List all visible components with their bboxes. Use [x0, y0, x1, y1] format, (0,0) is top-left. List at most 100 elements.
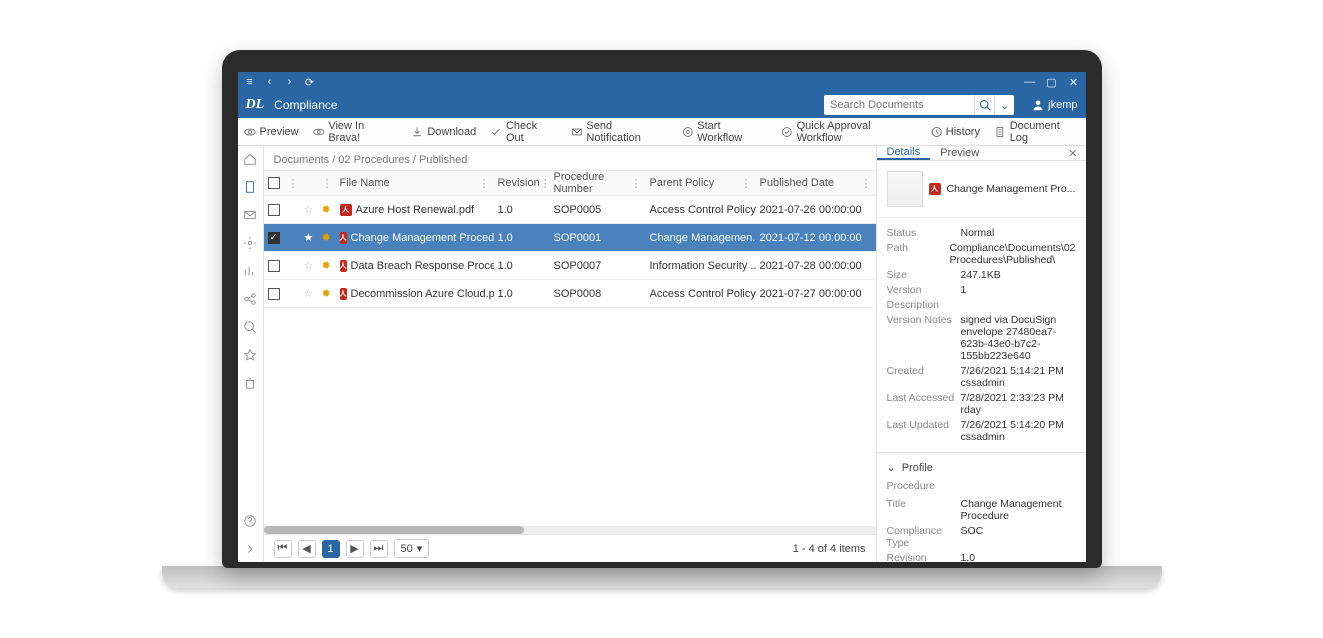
- preview-button[interactable]: Preview: [244, 126, 299, 138]
- search-dropdown-icon[interactable]: ⌄: [994, 95, 1014, 115]
- table-header: ⋮ ⋮ File Name ⋮ Revision ⋮ Procedure Numbe…: [264, 170, 876, 196]
- user-menu[interactable]: jkemp: [1032, 99, 1077, 111]
- col-published-date[interactable]: Published Date: [760, 177, 835, 189]
- window-close-icon[interactable]: ✕: [1068, 76, 1080, 88]
- panel-close-icon[interactable]: ✕: [1060, 146, 1085, 160]
- select-all-checkbox[interactable]: [268, 177, 280, 189]
- gear-icon[interactable]: ✹: [322, 203, 331, 216]
- home-icon[interactable]: [243, 152, 257, 166]
- star-sidebar-icon[interactable]: [243, 348, 257, 362]
- pager-page-current[interactable]: 1: [322, 540, 340, 558]
- gear-icon[interactable]: ✹: [322, 231, 331, 244]
- start-workflow-button[interactable]: Start Workflow: [682, 120, 767, 144]
- search-sidebar-icon[interactable]: [243, 320, 257, 334]
- star-icon[interactable]: ☆: [304, 259, 314, 272]
- view-brava-button[interactable]: View In Brava!: [313, 120, 398, 144]
- nav-back-icon[interactable]: ‹: [264, 76, 276, 88]
- cell-published-date: 2021-07-27 00:00:00: [756, 288, 876, 300]
- app-header: DL Compliance ⌄ jkemp: [238, 92, 1086, 118]
- col-procedure-number[interactable]: Procedure Number: [554, 171, 631, 195]
- user-name: jkemp: [1048, 99, 1077, 111]
- row-checkbox[interactable]: [268, 260, 280, 272]
- details-panel: Details Preview ✕ 人 Change Management Pr…: [876, 146, 1086, 562]
- refresh-icon[interactable]: ⟳: [304, 76, 316, 88]
- pager-prev-icon[interactable]: ◀: [298, 540, 316, 558]
- column-menu-icon[interactable]: ⋮: [631, 177, 642, 190]
- profile-section-toggle[interactable]: Profile: [887, 461, 1076, 474]
- col-parent-policy[interactable]: Parent Policy: [650, 177, 715, 189]
- breadcrumb-item[interactable]: 02 Procedures: [338, 154, 410, 166]
- cell-revision: 1.0: [494, 232, 550, 244]
- table-row[interactable]: ☆ ✹ 人Decommission Azure Cloud.pdf 1.0 SO…: [264, 280, 876, 308]
- quick-approval-button[interactable]: Quick Approval Workflow: [781, 120, 916, 144]
- send-notification-button[interactable]: Send Notification: [571, 120, 668, 144]
- pager-last-icon[interactable]: ⏭: [370, 540, 388, 558]
- pdf-icon: 人: [340, 232, 347, 244]
- chevron-down-icon: ▾: [417, 542, 423, 555]
- meta-label: Last Updated: [887, 419, 961, 443]
- window-chrome-bar: ≡ ‹ › ⟳ — ▢ ✕: [238, 72, 1086, 92]
- col-file-name[interactable]: File Name: [340, 177, 390, 189]
- header-menu-icon[interactable]: ⋮: [288, 177, 299, 190]
- share-icon[interactable]: [243, 292, 257, 306]
- pager-next-icon[interactable]: ▶: [346, 540, 364, 558]
- header-menu-icon[interactable]: ⋮: [322, 177, 333, 190]
- table-row[interactable]: ☆ ✹ 人Azure Host Renewal.pdf 1.0 SOP0005 …: [264, 196, 876, 224]
- cell-parent-policy: Information Security ...: [646, 260, 756, 272]
- column-menu-icon[interactable]: ⋮: [861, 177, 872, 190]
- pdf-icon: 人: [340, 288, 347, 300]
- gear-icon[interactable]: ✹: [322, 287, 331, 300]
- search-input[interactable]: [824, 99, 974, 111]
- tab-details[interactable]: Details: [877, 146, 931, 160]
- settings-icon[interactable]: [243, 236, 257, 250]
- meta-value: 7/28/2021 2:33:23 PM rday: [961, 392, 1076, 416]
- window-minimize-icon[interactable]: —: [1024, 76, 1036, 88]
- meta-value: 247.1KB: [961, 269, 1076, 281]
- gear-icon[interactable]: ✹: [322, 259, 331, 272]
- trash-icon[interactable]: [243, 376, 257, 390]
- column-menu-icon[interactable]: ⋮: [741, 177, 752, 190]
- page-size-select[interactable]: 50 ▾: [394, 539, 430, 558]
- meta-value: Normal: [961, 227, 1076, 239]
- toolbar: Preview View In Brava! Download Check Ou…: [238, 118, 1086, 146]
- table-row[interactable]: ★ ✹ 人 Change Management Procedure.pdf 1.0…: [264, 224, 876, 252]
- document-log-button[interactable]: Document Log: [994, 120, 1080, 144]
- star-icon[interactable]: ☆: [304, 203, 314, 216]
- document-icon[interactable]: [243, 180, 257, 194]
- download-button[interactable]: Download: [411, 126, 476, 138]
- star-icon[interactable]: ☆: [304, 287, 314, 300]
- chevron-right-icon[interactable]: [243, 542, 257, 556]
- history-button[interactable]: History: [930, 126, 980, 138]
- breadcrumbs: Documents / 02 Procedures / Published: [264, 146, 876, 170]
- tab-preview[interactable]: Preview: [930, 146, 989, 160]
- help-icon[interactable]: [243, 514, 257, 528]
- cell-published-date: 2021-07-28 00:00:00: [756, 260, 876, 272]
- horizontal-scrollbar[interactable]: [264, 526, 876, 534]
- meta-value: 7/26/2021 5:14:21 PM cssadmin: [961, 365, 1076, 389]
- meta-label: Version Notes: [887, 314, 961, 362]
- breadcrumb-item[interactable]: Documents: [274, 154, 330, 166]
- window-maximize-icon[interactable]: ▢: [1046, 76, 1058, 88]
- column-menu-icon[interactable]: ⋮: [479, 177, 490, 190]
- profile-label: Revision: [887, 552, 961, 562]
- table-row[interactable]: ☆ ✹ 人Data Breach Response Procedure.pdf …: [264, 252, 876, 280]
- profile-value: Change Management Procedure: [961, 498, 1076, 522]
- search-wrap: ⌄: [824, 95, 1014, 115]
- main-content: Documents / 02 Procedures / Published ⋮ …: [264, 146, 876, 562]
- file-name: Azure Host Renewal.pdf: [356, 204, 475, 216]
- checkout-button[interactable]: Check Out: [490, 120, 556, 144]
- nav-forward-icon[interactable]: ›: [284, 76, 296, 88]
- star-icon[interactable]: ★: [304, 231, 314, 244]
- col-revision[interactable]: Revision: [498, 177, 540, 189]
- row-checkbox[interactable]: [268, 204, 280, 216]
- pager-first-icon[interactable]: ⏮: [274, 540, 292, 558]
- chart-icon[interactable]: [243, 264, 257, 278]
- search-icon[interactable]: [974, 95, 994, 115]
- cell-procedure-number: SOP0007: [550, 260, 646, 272]
- file-name: Change Management Procedure.pdf: [351, 232, 494, 244]
- mail-icon[interactable]: [243, 208, 257, 222]
- row-checkbox[interactable]: [268, 288, 280, 300]
- row-checkbox[interactable]: [268, 232, 280, 244]
- hamburger-icon[interactable]: ≡: [244, 76, 256, 88]
- document-thumbnail: [887, 171, 923, 207]
